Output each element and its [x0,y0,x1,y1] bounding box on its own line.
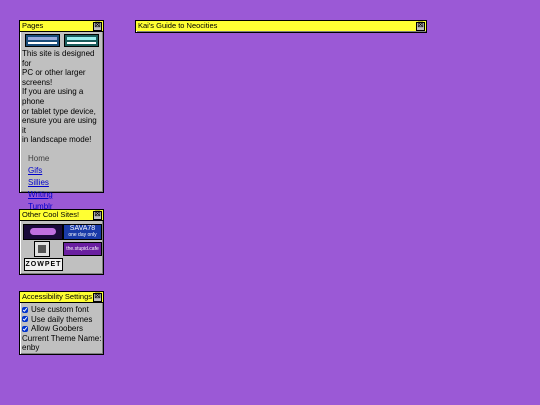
notice-line: in landscape mode! [22,135,92,145]
close-icon[interactable]: ☒ [93,293,102,302]
notice-line: This site is designed for [22,49,95,68]
cool-sites-title: Other Cool Sites! [22,210,80,219]
button-badges [20,32,103,47]
banner-2-sub: one day only [68,232,97,238]
theme-info: Current Theme Name: enby [22,334,103,353]
allow-goobers-checkbox[interactable] [22,325,28,332]
option-label: Use daily themes [31,314,93,324]
option-daily-themes[interactable]: Use daily themes [22,315,103,325]
site-banner-1[interactable] [23,224,63,240]
daily-themes-checkbox[interactable] [22,316,28,323]
site-badge-1[interactable] [25,34,60,47]
option-label: Use custom font [31,305,89,315]
accessibility-titlebar[interactable]: Accessibility Settings ☒ [20,292,103,303]
accessibility-title: Accessibility Settings [22,292,93,301]
nav-link-writing[interactable]: Writing [28,189,101,201]
custom-font-checkbox[interactable] [22,306,28,313]
close-icon[interactable]: ☒ [93,22,102,31]
pages-window-titlebar[interactable]: Pages ☒ [20,21,103,32]
pages-window-title: Pages [22,21,44,30]
site-banner-2[interactable]: SAVA78 one day only [63,224,102,240]
theme-label: Current Theme Name: [22,333,102,343]
nav-link-sillies[interactable]: Sillies [28,177,101,189]
nav-home: Home [28,153,50,163]
close-icon[interactable]: ☒ [93,211,102,220]
notice-line: ensure you are using it [22,116,97,135]
banner-2-title: SAVA78 [69,225,96,232]
cool-sites-titlebar[interactable]: Other Cool Sites! ☒ [20,210,103,221]
option-allow-goobers[interactable]: Allow Goobers [22,324,103,334]
cool-sites-window: Other Cool Sites! ☒ SAVA78 one day only … [19,209,104,275]
accessibility-window: Accessibility Settings ☒ Use custom font… [19,291,104,355]
option-custom-font[interactable]: Use custom font [22,305,103,315]
option-label: Allow Goobers [31,324,84,334]
main-window-title: Kai's Guide to Neocities [138,21,218,30]
notice-line: PC or other larger [22,68,86,78]
main-window-titlebar[interactable]: Kai's Guide to Neocities ☒ [136,21,426,31]
pages-window-body: This site is designed for PC or other la… [20,47,103,213]
notice-line: screens! [22,77,53,87]
notice-line: or tablet type device, [22,106,96,116]
page-nav: Home Gifs Sillies Writing Tumblr [28,153,101,213]
site-banner-4[interactable]: the.stupid.cafe [63,242,102,256]
main-window: Kai's Guide to Neocities ☒ [135,20,427,33]
accessibility-body: Use custom font Use daily themes Allow G… [20,303,103,353]
theme-value: enby [22,343,40,352]
device-notice: This site is designed for PC or other la… [22,49,101,145]
banner-area: SAVA78 one day only the.stupid.cafe ZOWP… [20,221,103,273]
site-banner-5[interactable]: ZOWPET [24,258,63,271]
notice-line: If you are using a phone [22,87,84,106]
nav-link-gifs[interactable]: Gifs [28,165,101,177]
pages-window: Pages ☒ This site is designed for PC or … [19,20,104,211]
site-banner-3[interactable] [34,241,50,257]
site-badge-2[interactable] [64,34,99,47]
close-icon[interactable]: ☒ [416,22,425,31]
